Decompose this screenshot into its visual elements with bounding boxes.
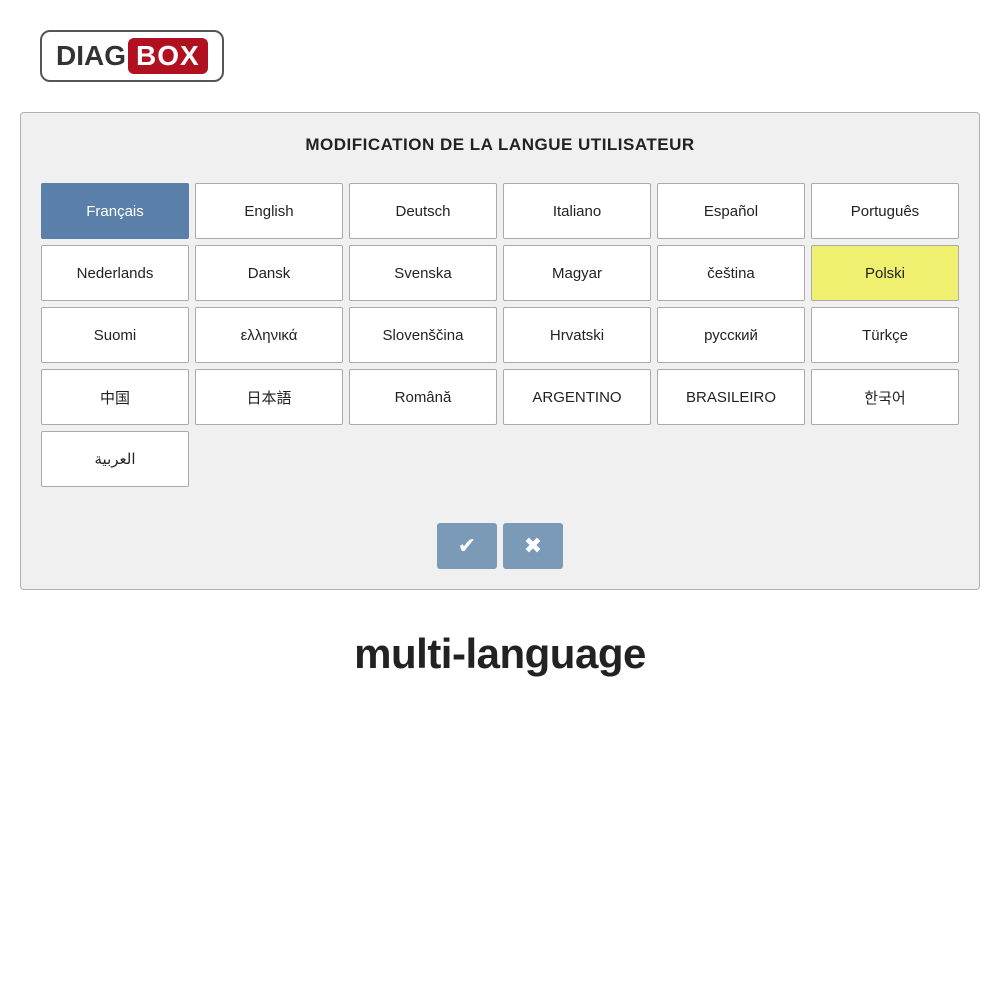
dialog-footer: ✔ ✖ xyxy=(21,507,979,589)
lang-btn-pl[interactable]: Polski xyxy=(811,245,959,301)
lang-btn-es[interactable]: Español xyxy=(657,183,805,239)
lang-btn-ar[interactable]: العربية xyxy=(41,431,189,487)
lang-btn-ru[interactable]: русский xyxy=(657,307,805,363)
lang-btn-ja[interactable]: 日本語 xyxy=(195,369,343,425)
language-dialog: MODIFICATION DE LA LANGUE UTILISATEUR Fr… xyxy=(20,112,980,590)
cancel-button[interactable]: ✖ xyxy=(503,523,563,569)
lang-btn-hr[interactable]: Hrvatski xyxy=(503,307,651,363)
lang-btn-ar2[interactable]: ARGENTINO xyxy=(503,369,651,425)
lang-btn-fr[interactable]: Français xyxy=(41,183,189,239)
logo-diag: DIAG xyxy=(56,40,126,72)
lang-btn-da[interactable]: Dansk xyxy=(195,245,343,301)
language-grid: FrançaisEnglishDeutschItalianoEspañolPor… xyxy=(21,173,979,507)
lang-btn-zh[interactable]: 中国 xyxy=(41,369,189,425)
lang-btn-nl[interactable]: Nederlands xyxy=(41,245,189,301)
lang-btn-it[interactable]: Italiano xyxy=(503,183,651,239)
lang-btn-cs[interactable]: čeština xyxy=(657,245,805,301)
dialog-title: MODIFICATION DE LA LANGUE UTILISATEUR xyxy=(21,113,979,173)
logo-box: BOX xyxy=(136,40,200,71)
lang-btn-sv[interactable]: Svenska xyxy=(349,245,497,301)
lang-btn-de[interactable]: Deutsch xyxy=(349,183,497,239)
lang-btn-en[interactable]: English xyxy=(195,183,343,239)
logo-box-wrapper: BOX xyxy=(128,38,208,74)
lang-btn-sl[interactable]: Slovenščina xyxy=(349,307,497,363)
footer-caption: multi-language xyxy=(354,630,646,678)
confirm-button[interactable]: ✔ xyxy=(437,523,497,569)
lang-btn-ko[interactable]: 한국어 xyxy=(811,369,959,425)
lang-btn-pt[interactable]: Português xyxy=(811,183,959,239)
page-wrapper: DIAG BOX MODIFICATION DE LA LANGUE UTILI… xyxy=(0,0,1000,1000)
lang-btn-fi[interactable]: Suomi xyxy=(41,307,189,363)
lang-btn-br[interactable]: BRASILEIRO xyxy=(657,369,805,425)
lang-btn-tr[interactable]: Türkçe xyxy=(811,307,959,363)
lang-btn-ro[interactable]: Română xyxy=(349,369,497,425)
lang-btn-hu[interactable]: Magyar xyxy=(503,245,651,301)
logo: DIAG BOX xyxy=(40,30,224,82)
header: DIAG BOX xyxy=(0,0,1000,102)
lang-btn-el[interactable]: ελληνικά xyxy=(195,307,343,363)
